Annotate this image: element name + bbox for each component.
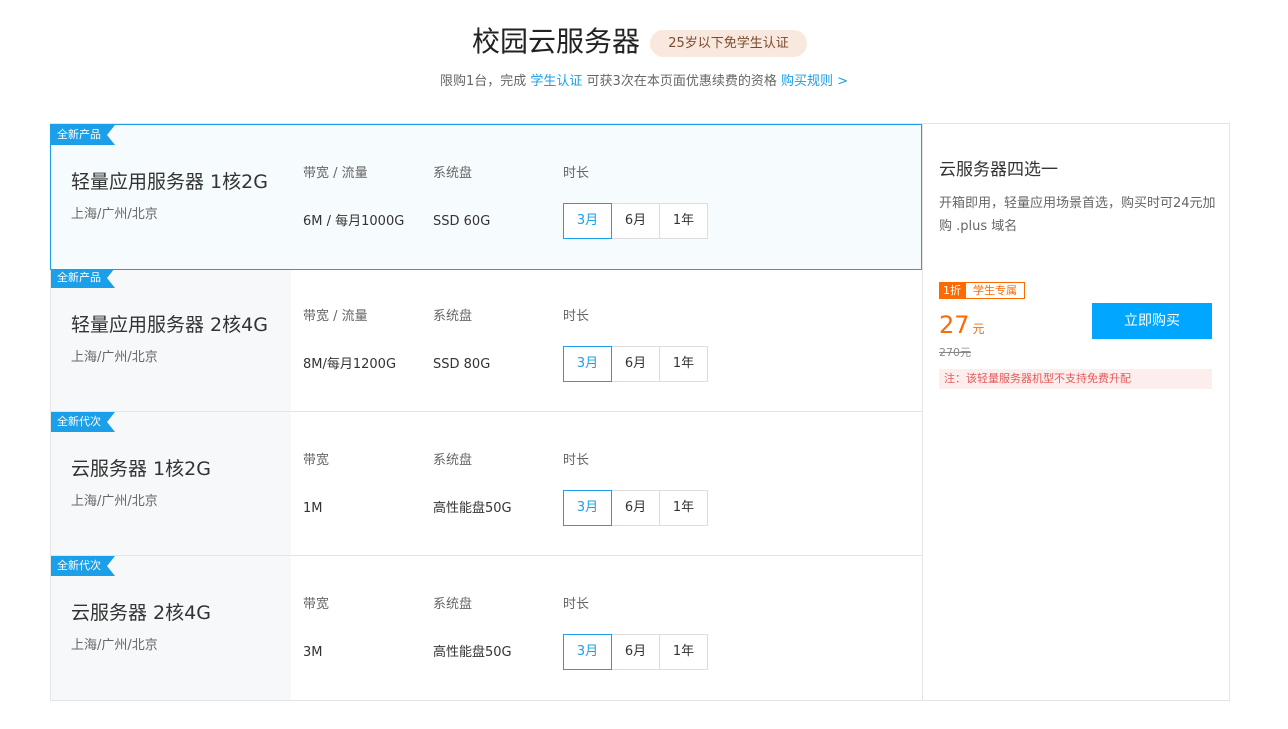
bandwidth-label: 带宽 <box>303 597 330 612</box>
summary-title: 云服务器四选一 <box>939 160 1058 180</box>
disk-label: 系统盘 <box>433 166 473 181</box>
student-verification-link[interactable]: 学生认证 <box>530 74 582 89</box>
offer-panel: 全新产品 轻量应用服务器 1核2G 上海/广州/北京 带宽 / 流量 6M / … <box>50 123 1230 701</box>
duration-selector: 3月 6月 1年 <box>563 203 708 239</box>
duration-label: 时长 <box>563 309 590 324</box>
product-info <box>51 268 291 411</box>
bandwidth-label: 带宽 <box>303 453 330 468</box>
buy-now-button[interactable]: 立即购买 <box>1092 303 1212 339</box>
price: 27 元 <box>939 310 985 344</box>
product-card-2[interactable]: 全新产品 轻量应用服务器 2核4G 上海/广州/北京 带宽 / 流量 8M/每月… <box>51 268 922 412</box>
product-region: 上海/广州/北京 <box>71 494 158 509</box>
bandwidth-label: 带宽 / 流量 <box>303 166 368 181</box>
duration-option-6m[interactable]: 6月 <box>611 490 660 526</box>
product-card-1[interactable]: 全新产品 轻量应用服务器 1核2G 上海/广州/北京 带宽 / 流量 6M / … <box>50 124 922 270</box>
product-tag: 全新代次 <box>51 412 115 432</box>
disk-value: SSD 60G <box>433 214 491 229</box>
purchase-limit-note: 限购1台，完成 学生认证 可获3次在本页面优惠续费的资格 购买规则 > <box>0 72 1288 92</box>
duration-label: 时长 <box>563 597 590 612</box>
duration-option-6m[interactable]: 6月 <box>611 203 660 239</box>
product-info <box>51 556 291 700</box>
price-unit: 元 <box>972 322 985 336</box>
product-info <box>51 412 291 555</box>
product-info <box>51 125 291 269</box>
duration-option-3m[interactable]: 3月 <box>563 203 612 239</box>
original-price: 270元 <box>939 346 971 359</box>
product-tag: 全新代次 <box>51 556 115 576</box>
bandwidth-value: 6M / 每月1000G <box>303 214 405 229</box>
product-tag: 全新产品 <box>51 125 115 145</box>
sub-middle: 可获3次在本页面优惠续费的资格 <box>582 74 781 89</box>
bandwidth-value: 1M <box>303 501 323 516</box>
promo-badges: 1折 学生专属 <box>939 282 1025 299</box>
disk-label: 系统盘 <box>433 309 473 324</box>
product-name: 云服务器 1核2G <box>71 458 211 480</box>
page-header: 校园云服务器 25岁以下免学生认证 限购1台，完成 学生认证 可获3次在本页面优… <box>0 0 1288 110</box>
product-tag: 全新产品 <box>51 268 115 288</box>
bandwidth-label: 带宽 / 流量 <box>303 309 368 324</box>
product-region: 上海/广州/北京 <box>71 638 158 653</box>
product-name: 云服务器 2核4G <box>71 602 211 624</box>
sub-prefix: 限购1台，完成 <box>440 74 531 89</box>
duration-option-3m[interactable]: 3月 <box>563 634 612 670</box>
product-card-3[interactable]: 全新代次 云服务器 1核2G 上海/广州/北京 带宽 1M 系统盘 高性能盘50… <box>51 412 922 556</box>
duration-selector: 3月 6月 1年 <box>563 634 708 670</box>
disk-value: 高性能盘50G <box>433 645 512 660</box>
summary-description: 开箱即用，轻量应用场景首选，购买时可24元加购 .plus 域名 <box>939 196 1216 234</box>
duration-option-3m[interactable]: 3月 <box>563 346 612 382</box>
student-exclusive-badge: 学生专属 <box>965 282 1025 299</box>
product-region: 上海/广州/北京 <box>71 350 158 365</box>
duration-selector: 3月 6月 1年 <box>563 346 708 382</box>
product-region: 上海/广州/北京 <box>71 207 158 222</box>
upgrade-note: 注：该轻量服务器机型不支持免费升配 <box>939 369 1212 389</box>
discount-badge: 1折 <box>939 282 965 299</box>
product-name: 轻量应用服务器 1核2G <box>71 171 268 193</box>
product-name: 轻量应用服务器 2核4G <box>71 314 268 336</box>
duration-label: 时长 <box>563 453 590 468</box>
duration-option-6m[interactable]: 6月 <box>611 634 660 670</box>
price-value: 27 <box>939 311 970 339</box>
disk-value: SSD 80G <box>433 357 491 372</box>
disk-label: 系统盘 <box>433 453 473 468</box>
bandwidth-value: 8M/每月1200G <box>303 357 397 372</box>
duration-option-1y[interactable]: 1年 <box>659 346 708 382</box>
bandwidth-value: 3M <box>303 645 323 660</box>
product-list: 全新产品 轻量应用服务器 1核2G 上海/广州/北京 带宽 / 流量 6M / … <box>50 124 922 700</box>
disk-value: 高性能盘50G <box>433 501 512 516</box>
page-title: 校园云服务器 <box>472 25 641 58</box>
duration-option-1y[interactable]: 1年 <box>659 490 708 526</box>
duration-selector: 3月 6月 1年 <box>563 490 708 526</box>
duration-option-3m[interactable]: 3月 <box>563 490 612 526</box>
product-card-4[interactable]: 全新代次 云服务器 2核4G 上海/广州/北京 带宽 3M 系统盘 高性能盘50… <box>51 556 922 700</box>
duration-label: 时长 <box>563 166 590 181</box>
duration-option-6m[interactable]: 6月 <box>611 346 660 382</box>
order-summary: 云服务器四选一 开箱即用，轻量应用场景首选，购买时可24元加购 .plus 域名… <box>922 124 1229 700</box>
duration-option-1y[interactable]: 1年 <box>659 203 708 239</box>
duration-option-1y[interactable]: 1年 <box>659 634 708 670</box>
disk-label: 系统盘 <box>433 597 473 612</box>
purchase-rules-link[interactable]: 购买规则 > <box>781 74 848 89</box>
student-age-badge: 25岁以下免学生认证 <box>650 30 807 57</box>
